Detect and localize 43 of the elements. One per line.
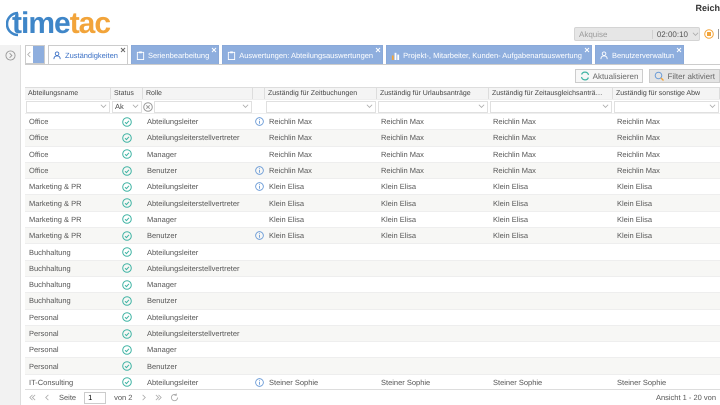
info-icon[interactable] — [254, 182, 264, 192]
filter-field[interactable] — [266, 100, 376, 112]
expand-icon[interactable] — [4, 50, 16, 61]
refresh-button[interactable]: Aktualisieren — [574, 69, 644, 83]
caret-icon — [709, 103, 716, 110]
stop-icon[interactable] — [704, 29, 714, 39]
next-page-icon — [140, 394, 148, 401]
info-icon[interactable] — [254, 231, 264, 240]
caret-icon — [100, 103, 107, 110]
reload-icon[interactable] — [170, 393, 180, 402]
first-page-icon — [29, 394, 36, 401]
filter-field[interactable] — [378, 100, 488, 112]
info-icon[interactable] — [254, 117, 264, 126]
caret-icon — [692, 30, 699, 38]
person-icon — [600, 50, 609, 60]
person-icon — [53, 50, 62, 60]
filter-field[interactable] — [614, 100, 719, 112]
caret-icon — [478, 103, 485, 110]
timer-field[interactable]: Akquise 02:00:10 — [574, 27, 700, 41]
back-icon — [26, 51, 33, 58]
caret-icon — [366, 103, 373, 110]
clear-icon[interactable] — [143, 102, 153, 112]
filter-icon — [654, 71, 664, 81]
info-icon[interactable] — [254, 378, 264, 387]
user-name: Reich — [695, 3, 720, 13]
clipboard-icon — [136, 50, 145, 60]
filter-field[interactable] — [26, 100, 110, 112]
refresh-icon — [580, 71, 590, 81]
caret-icon — [602, 103, 609, 110]
separator-icon — [718, 29, 720, 39]
info-icon[interactable] — [254, 166, 264, 176]
logo: timetac — [6, 0, 110, 45]
bar-chart-icon — [391, 50, 400, 60]
caret-icon — [132, 103, 139, 110]
previous-tab-button[interactable] — [25, 45, 45, 64]
filter-field[interactable] — [490, 100, 612, 112]
caret-icon — [242, 103, 249, 110]
clipboard-icon — [227, 50, 236, 60]
filter-button[interactable]: Filter aktiviert — [649, 69, 720, 83]
last-page-icon — [155, 394, 162, 401]
previous-page-icon — [44, 394, 51, 401]
filter-field[interactable] — [154, 100, 252, 112]
close-icon[interactable] — [120, 47, 126, 53]
